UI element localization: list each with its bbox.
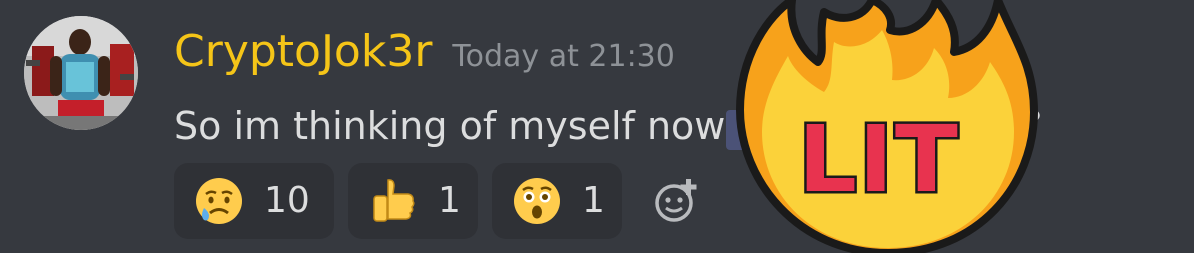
thumbs-up-icon — [373, 179, 415, 222]
avatar-photo — [24, 16, 138, 130]
reaction-crying-face[interactable]: 10 — [174, 163, 334, 239]
add-reaction-icon[interactable] — [652, 177, 700, 225]
reaction-count: 1 — [438, 180, 461, 221]
sticker-label: LIT — [796, 104, 961, 216]
message-header: CryptoJok3r Today at 21:30 — [174, 22, 675, 82]
reaction-bar: 10 1 1 — [174, 163, 700, 239]
user-avatar[interactable] — [24, 16, 138, 130]
reaction-astonished-face[interactable]: 1 — [492, 163, 622, 239]
chat-message: CryptoJok3r Today at 21:30 So im thinkin… — [0, 0, 1194, 253]
timestamp: Today at 21:30 — [452, 39, 675, 74]
reaction-count: 10 — [264, 180, 310, 221]
username[interactable]: CryptoJok3r — [174, 22, 432, 82]
reaction-count: 1 — [582, 180, 605, 221]
message-content: So im thinking of myself now — [174, 104, 726, 148]
reaction-thumbs-up[interactable]: 1 — [348, 163, 478, 239]
astonished-face-icon — [514, 178, 560, 224]
crying-face-icon — [196, 178, 242, 224]
